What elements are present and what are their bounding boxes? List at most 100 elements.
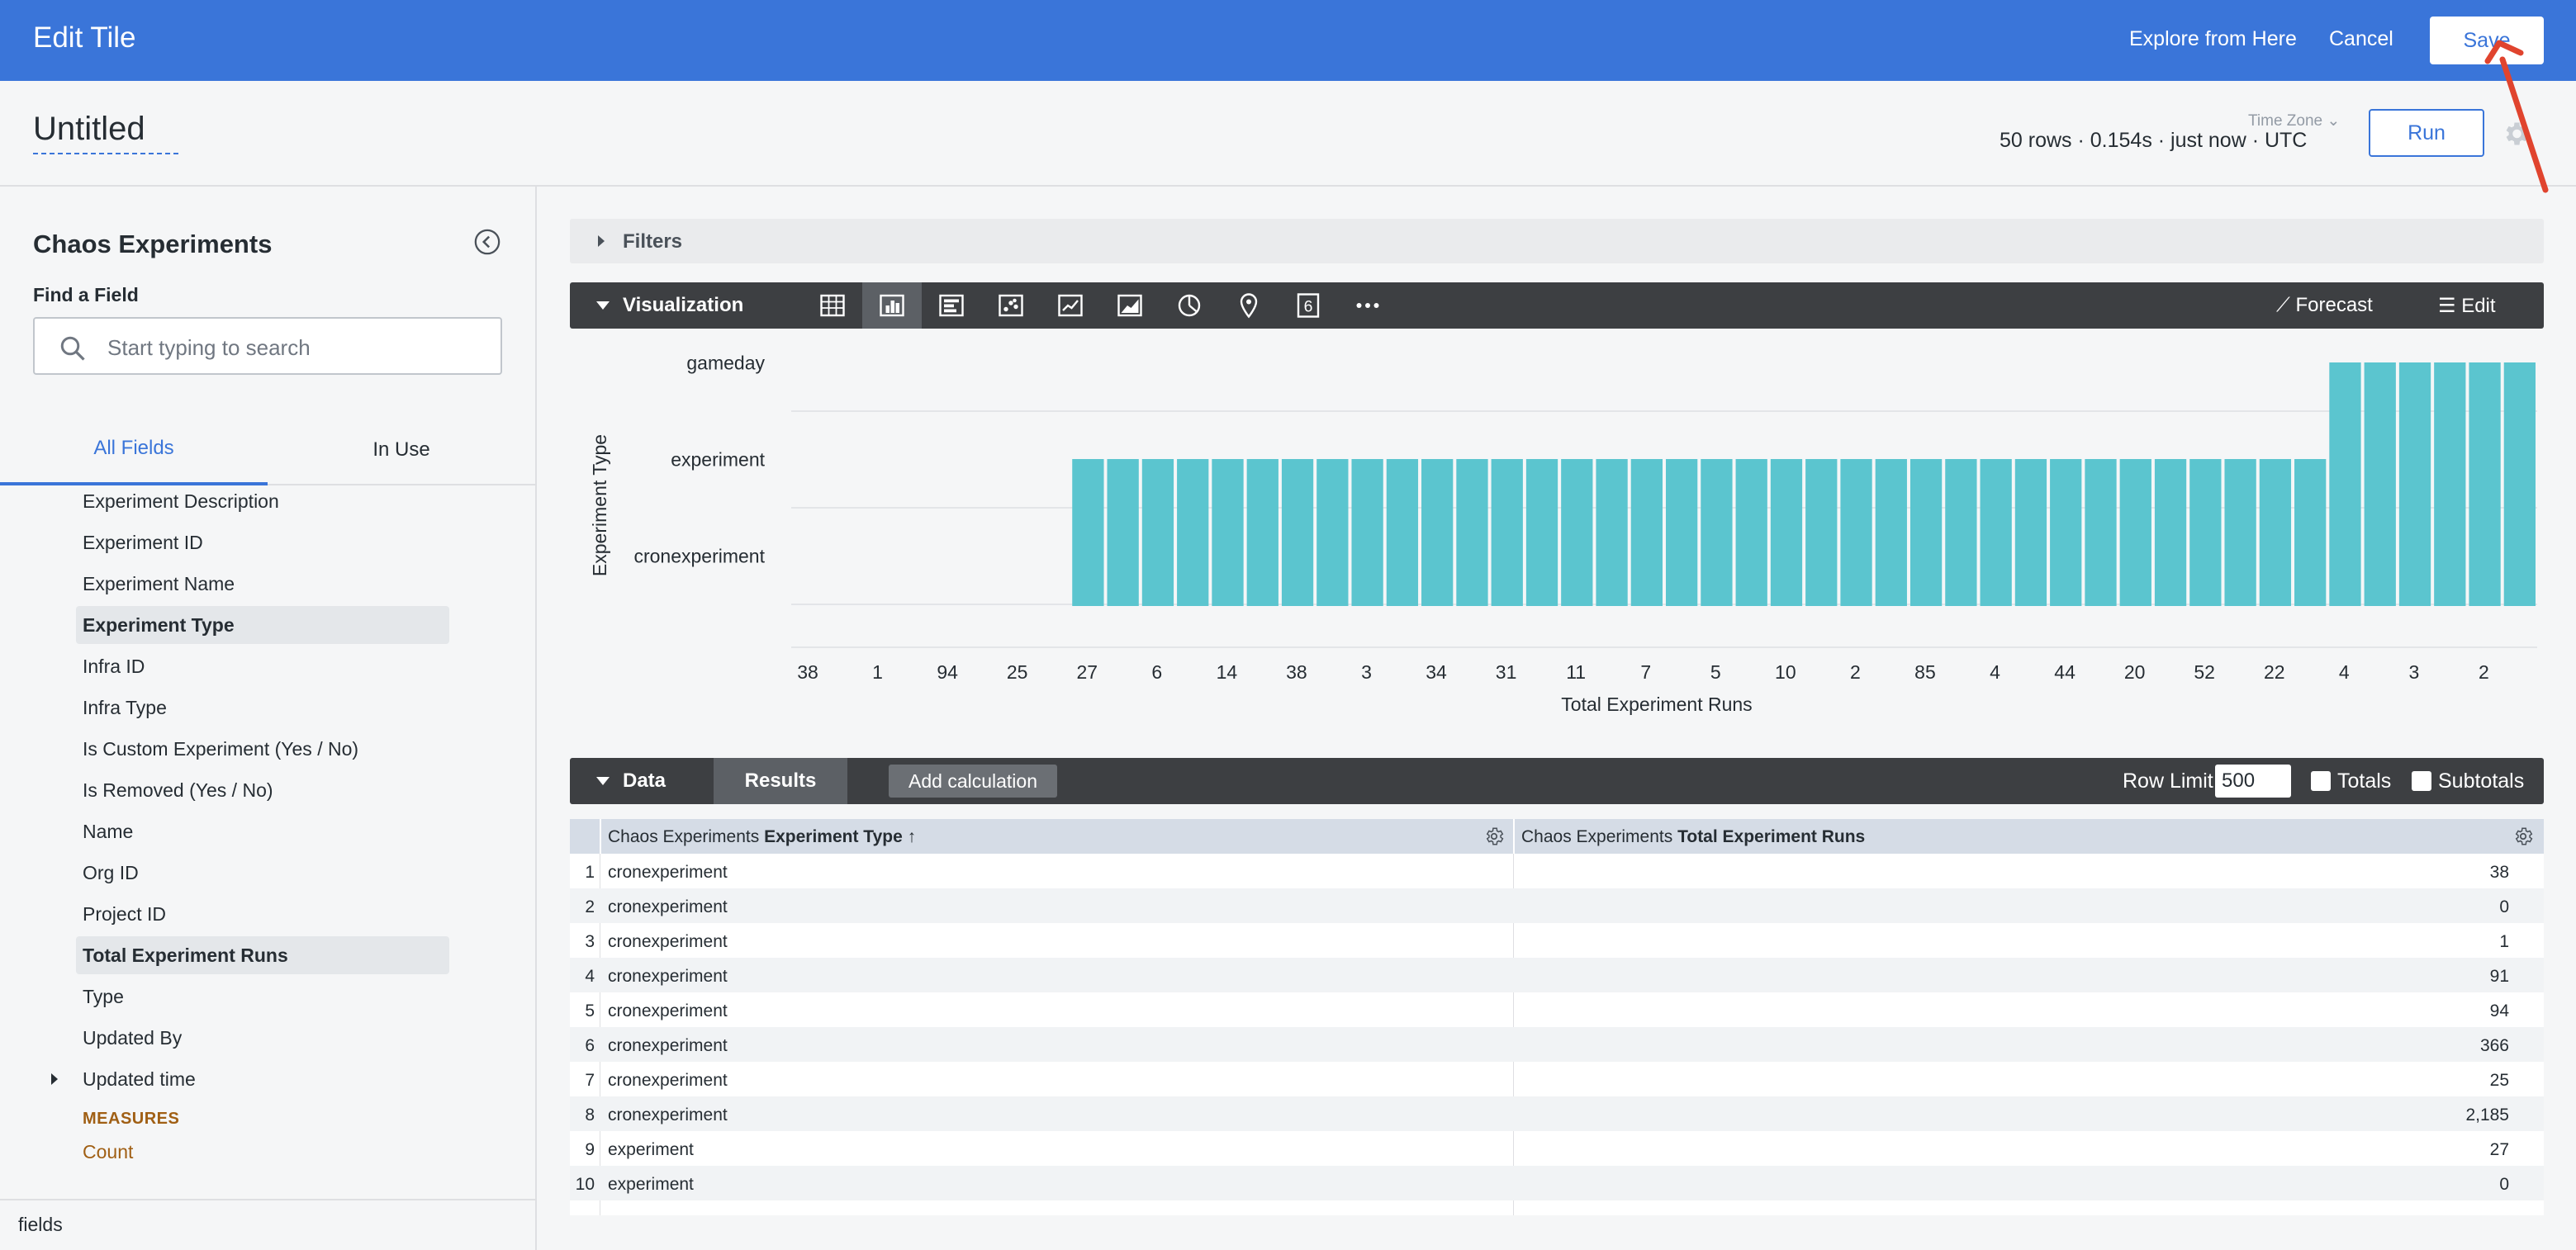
field-search-input[interactable]: Start typing to search	[33, 317, 502, 375]
column-header-experiment-type[interactable]: Chaos Experiments Experiment Type ↑	[608, 827, 916, 847]
collapse-sidebar-icon[interactable]	[473, 228, 501, 256]
area-chart-icon[interactable]	[1100, 282, 1160, 329]
table-row[interactable]: 7 cronexperiment 25	[570, 1062, 2544, 1096]
bar-chart-icon[interactable]	[922, 282, 981, 329]
column-gear-icon[interactable]	[2512, 826, 2534, 847]
field-item[interactable]: Type	[76, 978, 449, 1016]
pie-chart-icon[interactable]	[1160, 282, 1219, 329]
sidebar-footer: fields	[0, 1199, 535, 1250]
timezone-label: Time Zone	[2248, 112, 2323, 130]
field-item[interactable]: Is Removed (Yes / No)	[76, 771, 449, 809]
x-tick-label: 52	[2194, 661, 2215, 683]
bar	[2398, 362, 2431, 606]
filters-label: Filters	[623, 230, 683, 253]
cancel-button[interactable]: Cancel	[2329, 27, 2393, 51]
table-icon[interactable]	[803, 282, 862, 329]
field-item[interactable]: Infra Type	[76, 689, 449, 727]
field-group-label: Updated time	[83, 1068, 196, 1090]
field-item[interactable]: Experiment Description	[76, 485, 449, 520]
tile-title-input[interactable]: Untitled	[33, 111, 178, 154]
field-item[interactable]: Experiment Name	[76, 565, 449, 603]
x-tick-label: 34	[1426, 661, 1447, 683]
bar	[2224, 459, 2256, 606]
table-row[interactable]: 8 cronexperiment 2,185	[570, 1096, 2544, 1131]
subtotals-label: Subtotals	[2438, 769, 2525, 793]
forecast-button[interactable]: ⟋ Forecast	[2276, 294, 2373, 317]
measure-count[interactable]: Count	[83, 1141, 133, 1163]
row-number: 4	[585, 967, 595, 986]
add-calculation-button[interactable]: Add calculation	[889, 765, 1057, 798]
bar	[2503, 362, 2536, 606]
bar	[2189, 459, 2222, 606]
column-chart-icon[interactable]	[862, 282, 922, 329]
bar	[1666, 459, 1698, 606]
forecast-label: Forecast	[2295, 294, 2373, 316]
bar	[2014, 459, 2047, 606]
totals-checkbox[interactable]	[2311, 771, 2331, 791]
caret-down-icon[interactable]	[596, 301, 610, 310]
field-item[interactable]: Updated By	[76, 1019, 449, 1057]
filters-section[interactable]: Filters	[570, 219, 2544, 263]
x-tick-label: 44	[2054, 661, 2076, 683]
bar	[1281, 459, 1314, 606]
table-row[interactable]: 6 cronexperiment 366	[570, 1027, 2544, 1062]
tab-all-fields[interactable]: All Fields	[0, 414, 268, 485]
bar	[2294, 459, 2327, 606]
x-axis-label: Total Experiment Runs	[1561, 694, 1752, 715]
tab-results[interactable]: Results	[714, 758, 847, 804]
cell-total-runs: 94	[2489, 1001, 2509, 1020]
x-tick-label: 4	[1990, 661, 2000, 683]
field-item[interactable]: Project ID	[76, 895, 449, 933]
cell-experiment-type: experiment	[608, 1175, 694, 1194]
field-item[interactable]: Org ID	[76, 854, 449, 892]
bar	[1875, 459, 1907, 606]
row-limit-input[interactable]: 500	[2215, 765, 2291, 798]
table-row[interactable]: 2 cronexperiment 0	[570, 888, 2544, 923]
table-row[interactable]: 3 cronexperiment 1	[570, 923, 2544, 958]
field-item-selected[interactable]: Experiment Type	[76, 606, 449, 644]
table-row[interactable]: 1 cronexperiment 38	[570, 854, 2544, 888]
x-tick-label: 11	[1566, 661, 1586, 683]
data-label: Data	[623, 769, 667, 792]
table-row[interactable]: 5 cronexperiment 94	[570, 992, 2544, 1027]
field-item[interactable]: Is Custom Experiment (Yes / No)	[76, 730, 449, 768]
edit-visualization-button[interactable]: ☰ Edit	[2438, 294, 2496, 318]
column-gear-icon[interactable]	[1483, 826, 1505, 847]
scatter-icon[interactable]	[981, 282, 1041, 329]
map-pin-icon[interactable]	[1219, 282, 1279, 329]
column-prefix: Chaos Experiments	[608, 827, 760, 846]
field-item[interactable]: Name	[76, 812, 449, 850]
bar	[1456, 459, 1488, 606]
subtotals-checkbox[interactable]	[2412, 771, 2431, 791]
field-item[interactable]: Infra ID	[76, 647, 449, 685]
table-row[interactable]: 9 experiment 27	[570, 1131, 2544, 1166]
column-header-total-experiment-runs[interactable]: Chaos Experiments Total Experiment Runs	[1521, 827, 1865, 847]
caret-down-icon[interactable]	[596, 777, 610, 785]
sort-ascending-icon: ↑	[907, 827, 917, 846]
edit-label: Edit	[2461, 295, 2496, 317]
bar	[1316, 459, 1349, 606]
chart-area: cronexperiment experiment gameday Experimen…	[570, 314, 2544, 728]
line-chart-icon[interactable]	[1041, 282, 1100, 329]
tile-title-bar: Untitled Time Zone ⌄ 50 rows · 0.154s · …	[0, 81, 2576, 187]
field-item-selected[interactable]: Total Experiment Runs	[76, 936, 449, 974]
x-tick-label: 27	[1076, 661, 1098, 683]
cell-experiment-type: cronexperiment	[608, 967, 728, 986]
run-button[interactable]: Run	[2369, 109, 2484, 157]
field-group-updated-time[interactable]: Updated time	[51, 1060, 449, 1098]
x-tick-label: 10	[1775, 661, 1796, 683]
bar	[1421, 459, 1454, 606]
bar	[2119, 459, 2151, 606]
timezone-dropdown[interactable]: Time Zone ⌄	[2248, 111, 2340, 130]
tab-in-use[interactable]: In Use	[268, 414, 535, 485]
cell-experiment-type: cronexperiment	[608, 1001, 728, 1020]
column-divider	[600, 819, 601, 854]
table-row[interactable]: 10 experiment 0	[570, 1166, 2544, 1200]
explore-from-here-link[interactable]: Explore from Here	[2129, 27, 2297, 51]
field-item[interactable]: Experiment ID	[76, 523, 449, 561]
more-icon[interactable]	[1338, 282, 1397, 329]
x-tick-label: 38	[1286, 661, 1307, 683]
single-value-icon[interactable]: 6	[1279, 282, 1338, 329]
bar	[1945, 459, 1977, 606]
table-row[interactable]: 4 cronexperiment 91	[570, 958, 2544, 992]
